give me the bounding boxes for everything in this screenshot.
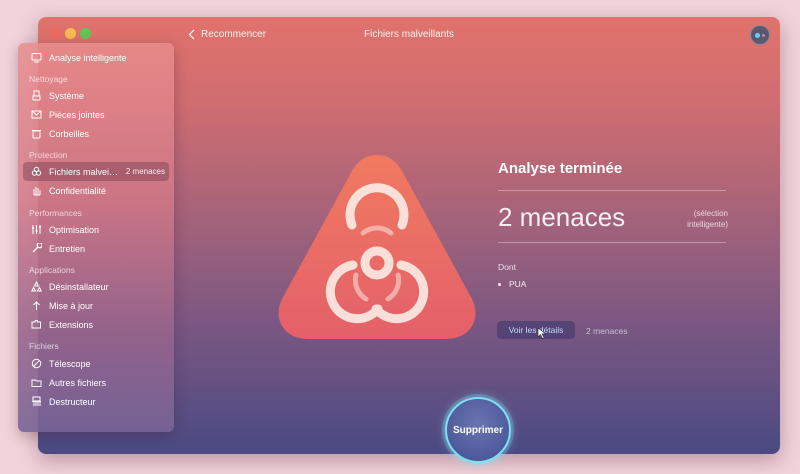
scan-status-title: Analyse terminée	[498, 160, 623, 177]
sidebar-item-shredder[interactable]: Destructeur	[18, 392, 174, 411]
sidebar-item-privacy[interactable]: Confidentialité	[18, 181, 174, 200]
divider	[498, 190, 726, 191]
shredder-icon	[30, 396, 42, 408]
sidebar-item-optimization[interactable]: Optimisation	[18, 220, 174, 239]
includes-label: Dont	[498, 262, 516, 272]
sidebar-item-uninstaller[interactable]: Désinstallateur	[18, 277, 174, 296]
sidebar-item-label: Autres fichiers	[49, 377, 107, 388]
section-title-protection: Protection	[29, 150, 68, 160]
puzzle-icon	[30, 319, 42, 331]
sidebar-item-malware[interactable]: Fichiers malvei… 2 menaces	[23, 162, 169, 181]
mouse-cursor-icon	[537, 327, 547, 339]
sidebar-item-telescope[interactable]: Télescope	[18, 354, 174, 373]
biohazard-icon	[278, 155, 476, 339]
delete-button[interactable]: Supprimer	[445, 397, 511, 463]
sidebar-item-label: Désinstallateur	[49, 281, 109, 292]
sidebar-item-maintenance[interactable]: Entretien	[18, 239, 174, 258]
sidebar-item-label: Destructeur	[49, 396, 96, 407]
sidebar-item-system[interactable]: Système	[18, 86, 174, 105]
sidebar-item-label: Mise à jour	[49, 300, 94, 311]
threat-count-badge: 2 menaces	[125, 167, 165, 176]
sidebar-item-updater[interactable]: Mise à jour	[18, 296, 174, 315]
sidebar-item-label: Fichiers malvei…	[49, 166, 119, 177]
sidebar-item-label: Extensions	[49, 319, 94, 330]
threat-list-item: PUA	[498, 279, 526, 289]
sliders-icon	[30, 224, 42, 236]
window-title: Fichiers malveillants	[363, 29, 455, 40]
sidebar-item-trash[interactable]: Corbeilles	[18, 124, 174, 143]
bullet	[498, 282, 501, 286]
sidebar-item-other-files[interactable]: Autres fichiers	[18, 373, 174, 392]
sidebar-item-label: Optimisation	[49, 224, 100, 235]
divider	[498, 242, 726, 243]
threats-count: 2 menaces	[498, 202, 626, 232]
sidebar-item-label: Confidentialité	[49, 185, 107, 196]
details-threat-count: 2 menaces	[586, 326, 628, 336]
update-icon	[30, 300, 42, 312]
brush-icon	[30, 90, 42, 102]
biohazard-icon	[30, 166, 42, 178]
view-details-button[interactable]: Voir les détails	[497, 321, 575, 339]
folder-icon	[30, 377, 42, 389]
wrench-icon	[30, 243, 42, 255]
sidebar-item-extensions[interactable]: Extensions	[18, 315, 174, 334]
sidebar-item-label: Corbeilles	[49, 128, 90, 139]
sidebar-item-label: Pièces jointes	[49, 109, 105, 120]
threat-name: PUA	[509, 279, 527, 289]
telescope-icon	[30, 358, 42, 370]
section-title-performance: Performances	[29, 208, 82, 218]
assistant-icon[interactable]	[750, 25, 770, 45]
sidebar-item-attachments[interactable]: Pièces jointes	[18, 105, 174, 124]
sidebar-item-label: Système	[49, 90, 85, 101]
trash-icon	[30, 128, 42, 140]
section-title-cleanup: Nettoyage	[29, 74, 68, 84]
sidebar-item-label: Télescope	[49, 358, 91, 369]
envelope-icon	[30, 109, 42, 121]
sidebar: Analyse intelligente Nettoyage Système P…	[18, 43, 174, 432]
apps-icon	[30, 281, 42, 293]
sidebar-item-smart-scan[interactable]: Analyse intelligente	[18, 48, 174, 67]
sidebar-item-label: Analyse intelligente	[49, 52, 127, 63]
sidebar-item-label: Entretien	[49, 243, 86, 254]
monitor-icon	[30, 52, 42, 64]
section-title-applications: Applications	[29, 265, 75, 275]
smart-selection-note: (sélection intelligente)	[687, 209, 728, 229]
section-title-files: Fichiers	[29, 341, 59, 351]
hand-icon	[30, 185, 42, 197]
